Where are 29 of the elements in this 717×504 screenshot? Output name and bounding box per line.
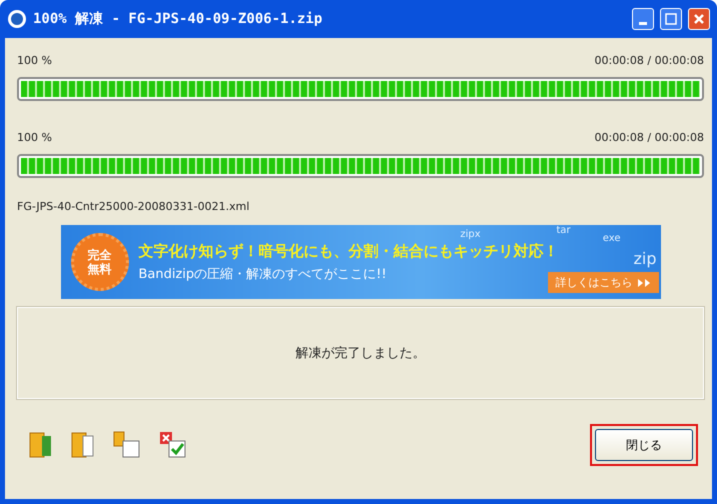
file-name: FG-JPS-40-Cntr25000-20080331-0021.xml: [17, 200, 250, 213]
close-icon: [693, 13, 705, 25]
banner-subline: Bandizipの圧縮・解凍のすべてがここに!!: [138, 266, 388, 282]
maximize-button[interactable]: [660, 8, 682, 30]
free-badge: 完全 無料: [70, 233, 128, 291]
window-title: 100% 解凍 - FG-JPS-40-09-Z006-1.zip: [33, 10, 324, 28]
close-button[interactable]: 閉じる: [595, 429, 693, 461]
folder-document-icon[interactable]: [71, 431, 95, 459]
check-icon[interactable]: [159, 431, 187, 459]
close-window-button[interactable]: [688, 8, 710, 30]
status-message: 解凍が完了しました。: [296, 345, 426, 362]
details-link[interactable]: 詳しくはこちら: [548, 272, 658, 293]
time-label: 00:00:08 / 00:00:08: [594, 54, 704, 67]
maximize-icon: [665, 13, 677, 25]
minimize-icon: [639, 22, 647, 24]
format-label: zipx: [460, 229, 480, 240]
folder-book-icon[interactable]: [29, 431, 53, 459]
format-label: zip: [634, 249, 656, 268]
copy-icon[interactable]: [113, 431, 141, 459]
ad-banner[interactable]: 完全 無料 文字化け知らず！暗号化にも、分割・結合にもキッチリ対応！ Bandizipの圧縮・解凍のすべてがここに!! zipx tar exe zip 詳しくはこちら: [60, 225, 660, 299]
banner-headline: 文字化け知らず！暗号化にも、分割・結合にもキッチリ対応！: [138, 242, 558, 260]
format-label: exe: [602, 233, 620, 244]
minimize-button[interactable]: [632, 8, 654, 30]
format-label: tar: [556, 225, 570, 236]
double-arrow-icon: [636, 278, 650, 286]
app-icon: [7, 9, 27, 29]
time-label: 00:00:08 / 00:00:08: [594, 131, 704, 144]
percent-label: 100 %: [17, 131, 52, 144]
percent-label: 100 %: [17, 54, 52, 67]
